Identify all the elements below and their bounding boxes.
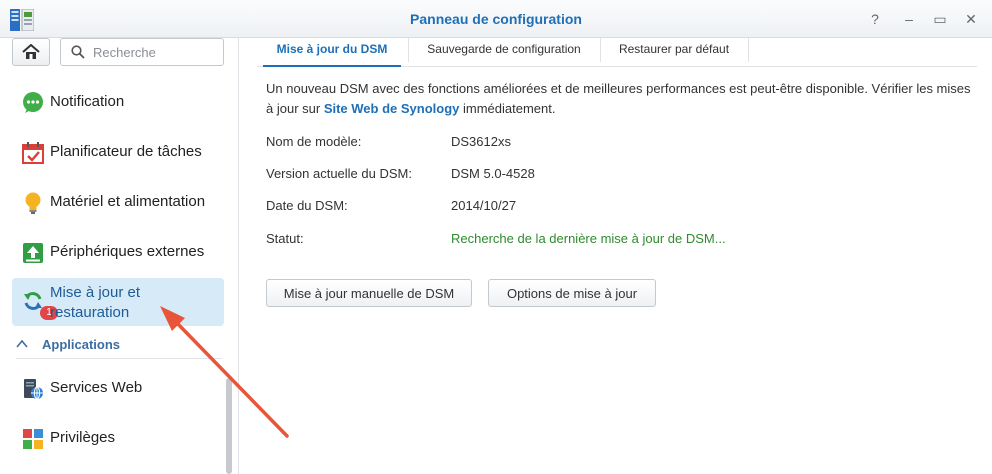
help-button[interactable]: ? (866, 10, 884, 28)
manual-update-button[interactable]: Mise à jour manuelle de DSM (266, 279, 472, 307)
sidebar-scrollbar[interactable] (226, 378, 232, 474)
sidebar: Notification Planificateur de tâches Mat… (0, 38, 239, 474)
sidebar-item-task-scheduler[interactable]: Planificateur de tâches (12, 128, 224, 176)
model-name-value: DS3612xs (451, 134, 511, 149)
update-description: Un nouveau DSM avec des fonctions amélio… (266, 79, 976, 119)
sidebar-item-label: Matériel et alimentation (50, 193, 206, 210)
window-title: Panneau de configuration (410, 11, 582, 27)
privileges-grid-icon (23, 429, 43, 449)
tab-config-backup[interactable]: Sauvegarde de configuration (409, 38, 599, 65)
tab-dsm-update[interactable]: Mise à jour du DSM (263, 38, 401, 67)
title-bar: Panneau de configuration ? – ▭ ✕ (0, 0, 992, 38)
tab-bar: Mise à jour du DSM Sauvegarde de configu… (257, 38, 977, 67)
section-header-applications[interactable]: Applications (16, 336, 222, 359)
lightbulb-icon (25, 192, 41, 214)
sidebar-item-label: Privilèges (50, 429, 116, 446)
synology-website-link[interactable]: Site Web de Synology (324, 101, 460, 116)
sidebar-item-web-services[interactable]: Services Web (12, 364, 224, 412)
upload-device-icon (23, 243, 43, 263)
dsm-version-label: Version actuelle du DSM: (266, 166, 412, 181)
model-name-label: Nom de modèle: (266, 134, 362, 149)
search-box[interactable] (60, 38, 224, 66)
tab-separator (748, 38, 749, 62)
sidebar-item-label: Mise à jour et restauration (50, 284, 141, 321)
sidebar-item-label: Périphériques externes (50, 243, 205, 260)
update-options-button[interactable]: Options de mise à jour (488, 279, 656, 307)
home-icon (22, 44, 40, 59)
web-server-icon (24, 379, 43, 400)
sidebar-item-hardware-power[interactable]: Matériel et alimentation (12, 178, 224, 226)
sidebar-item-notification[interactable]: Notification (12, 78, 224, 126)
dsm-date-label: Date du DSM: (266, 198, 348, 213)
sidebar-item-label: Planificateur de tâches (50, 143, 202, 160)
home-button[interactable] (12, 38, 50, 66)
dsm-date-value: 2014/10/27 (451, 198, 517, 213)
maximize-button[interactable]: ▭ (931, 10, 949, 28)
status-value: Recherche de la dernière mise à jour de … (451, 231, 726, 246)
sidebar-item-external-devices[interactable]: Périphériques externes (12, 228, 224, 276)
sidebar-item-label: Services Web (50, 379, 143, 396)
section-header-label: Applications (42, 337, 121, 352)
chat-bubble-icon (23, 92, 43, 113)
tab-restore-defaults[interactable]: Restaurer par défaut (601, 38, 747, 65)
dsm-version-value: DSM 5.0-4528 (451, 166, 535, 181)
calendar-check-icon (22, 142, 44, 164)
minimize-button[interactable]: – (900, 10, 918, 28)
sidebar-item-privileges[interactable]: Privilèges (12, 414, 224, 462)
sidebar-item-label: Notification (50, 93, 125, 110)
sidebar-item-update-restore[interactable]: 1 Mise à jour et restauration (12, 278, 224, 326)
chevron-up-icon (16, 339, 28, 348)
close-button[interactable]: ✕ (962, 10, 980, 28)
search-input[interactable] (91, 42, 219, 62)
status-label: Statut: (266, 231, 304, 246)
search-icon (71, 45, 85, 59)
intro-text-after: immédiatement. (459, 101, 556, 116)
